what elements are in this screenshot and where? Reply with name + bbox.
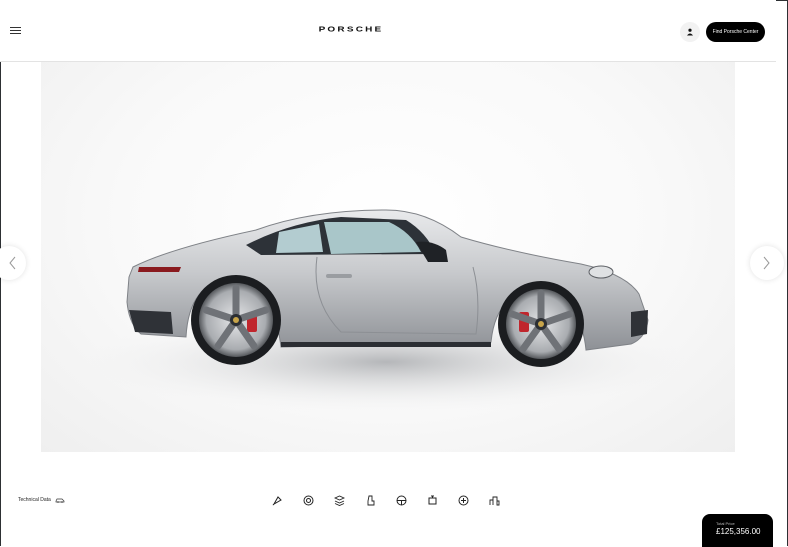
headlight bbox=[588, 265, 614, 279]
hamburger-line bbox=[10, 27, 21, 28]
front-wheel bbox=[498, 281, 584, 367]
rear-diffuser bbox=[129, 310, 173, 334]
porsche-logo[interactable]: PORSCHE bbox=[305, 25, 397, 33]
seats-icon[interactable] bbox=[364, 494, 377, 507]
front-intake bbox=[631, 310, 648, 337]
tail-light bbox=[138, 267, 181, 272]
car-viewer bbox=[41, 62, 735, 452]
chevron-left-icon bbox=[9, 256, 16, 270]
steering-wheel-icon[interactable] bbox=[395, 494, 408, 507]
menu-button[interactable] bbox=[10, 27, 21, 35]
car-image bbox=[56, 209, 716, 417]
rear-wheel bbox=[191, 275, 281, 365]
side-skirt bbox=[281, 342, 491, 347]
hamburger-line bbox=[10, 33, 21, 34]
configurator-toolbar bbox=[271, 494, 501, 507]
user-icon bbox=[687, 28, 693, 36]
hamburger-line bbox=[10, 30, 21, 31]
account-button[interactable] bbox=[680, 22, 700, 42]
price-summary[interactable]: Total Price £125,356.00 bbox=[702, 514, 773, 547]
wheels-icon[interactable] bbox=[302, 494, 315, 507]
price-value: £125,356.00 bbox=[716, 527, 761, 536]
engine-icon[interactable] bbox=[426, 494, 439, 507]
top-header: PORSCHE Find Porsche Center bbox=[0, 0, 776, 62]
chevron-right-icon bbox=[763, 256, 770, 270]
technical-data-label: Technical Data bbox=[18, 497, 51, 503]
exterior-color-icon[interactable] bbox=[271, 494, 284, 507]
packages-icon[interactable] bbox=[488, 494, 501, 507]
find-porsche-center-button[interactable]: Find Porsche Center bbox=[706, 22, 765, 42]
door-handle bbox=[326, 274, 352, 278]
car-icon bbox=[55, 498, 65, 503]
next-view-button[interactable] bbox=[750, 246, 784, 280]
price-label: Total Price bbox=[716, 521, 735, 526]
options-icon[interactable] bbox=[457, 494, 470, 507]
interior-icon[interactable] bbox=[333, 494, 346, 507]
technical-data-link[interactable]: Technical Data bbox=[18, 497, 65, 503]
